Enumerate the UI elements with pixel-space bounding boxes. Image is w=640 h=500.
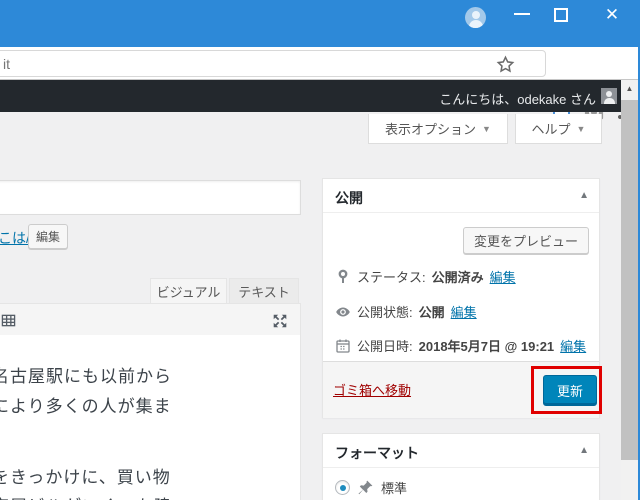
visibility-edit-link[interactable]: 編集 [451, 302, 477, 321]
post-status-pin-icon [338, 269, 348, 283]
date-value: 2018年5月7日 @ 19:21 [418, 339, 555, 354]
radio-selected[interactable] [335, 480, 350, 495]
user-avatar[interactable] [601, 88, 617, 104]
visibility-value: 公開 [418, 305, 445, 320]
format-panel: フォーマット ▲ 標準 [322, 433, 600, 500]
status-value: 公開済み [431, 270, 484, 285]
browser-window: ✕ it ••• こんにちは、odekake さん 表示オプション ▼ ヘルプ [0, 0, 640, 500]
format-option-standard[interactable]: 標準 [335, 478, 407, 497]
wp-admin-bar: こんにちは、odekake さん [0, 80, 621, 112]
status-row: ステータス: 公開済み 編集 [335, 267, 516, 286]
content-line: 高層ビルがいくつも建 [0, 492, 172, 500]
address-bar[interactable]: it [0, 50, 546, 77]
pushpin-icon [358, 480, 373, 495]
maximize-button[interactable] [554, 8, 568, 22]
bookmark-star-icon[interactable] [494, 53, 517, 76]
format-panel-title: フォーマット [335, 445, 419, 461]
collapse-arrow-icon[interactable]: ▲ [579, 190, 589, 201]
publish-date-row: 公開日時: 2018年5月7日 @ 19:21 編集 [335, 336, 586, 355]
publish-panel-title: 公開 [335, 190, 363, 206]
date-label: 公開日時: [357, 339, 413, 354]
help-button[interactable]: ヘルプ ▼ [515, 114, 602, 144]
permalink-link[interactable]: こは/ [0, 228, 30, 248]
post-title-input[interactable] [0, 180, 301, 215]
preview-changes-button[interactable]: 変更をプレビュー [462, 227, 589, 254]
minimize-button[interactable] [514, 13, 530, 15]
browser-profile-icon[interactable] [465, 7, 486, 28]
permalink-edit-button[interactable]: 編集 [28, 224, 68, 249]
content-line: をきっかけに、買い物 [0, 468, 171, 487]
vertical-scrollbar[interactable]: ▲ [621, 80, 638, 500]
visibility-row: 公開状態: 公開 編集 [335, 302, 477, 321]
publish-panel-header[interactable]: 公開 ▲ [323, 179, 599, 213]
format-panel-header[interactable]: フォーマット ▲ [323, 434, 599, 468]
profile-head-shape [471, 11, 480, 19]
profile-body-shape [468, 20, 483, 28]
editor-content-area[interactable]: 名古屋駅にも以前から により多くの人が集ま をきっかけに、買い物 高層ビルがいく… [0, 335, 301, 500]
content-line: 名古屋駅にも以前から [0, 367, 172, 386]
chevron-down-icon: ▼ [482, 123, 491, 134]
close-button[interactable]: ✕ [602, 5, 622, 25]
format-standard-label: 標準 [381, 481, 408, 496]
avatar-head-shape [606, 90, 612, 97]
status-label: ステータス: [357, 270, 426, 285]
calendar-icon [336, 339, 350, 353]
editor-toolbar [0, 303, 301, 336]
chevron-down-icon: ▼ [576, 123, 586, 134]
visibility-eye-icon [336, 307, 350, 316]
fullscreen-icon[interactable] [271, 312, 289, 330]
tab-text-editor[interactable]: テキスト [229, 278, 299, 304]
screen-options-label: 表示オプション [385, 122, 477, 137]
table-icon[interactable] [1, 313, 16, 328]
screen-options-button[interactable]: 表示オプション ▼ [368, 114, 508, 144]
status-edit-link[interactable]: 編集 [490, 267, 516, 286]
window-titlebar: ✕ [0, 0, 640, 47]
tab-visual-editor[interactable]: ビジュアル [150, 278, 227, 304]
scrollbar-up-arrow[interactable]: ▲ [621, 80, 638, 97]
howdy-greeting[interactable]: こんにちは、odekake さん [439, 89, 596, 108]
collapse-arrow-icon[interactable]: ▲ [579, 445, 589, 456]
date-edit-link[interactable]: 編集 [560, 336, 586, 355]
browser-toolbar: it ••• [0, 47, 640, 125]
visibility-label: 公開状態: [357, 305, 413, 320]
move-to-trash-link[interactable]: ゴミ箱へ移動 [333, 380, 411, 399]
help-label: ヘルプ [531, 122, 571, 137]
annotation-highlight-box [531, 366, 602, 414]
content-line: により多くの人が集ま [0, 397, 172, 416]
scrollbar-thumb[interactable] [621, 100, 638, 460]
avatar-body-shape [603, 97, 615, 104]
url-text[interactable]: it [3, 56, 10, 72]
